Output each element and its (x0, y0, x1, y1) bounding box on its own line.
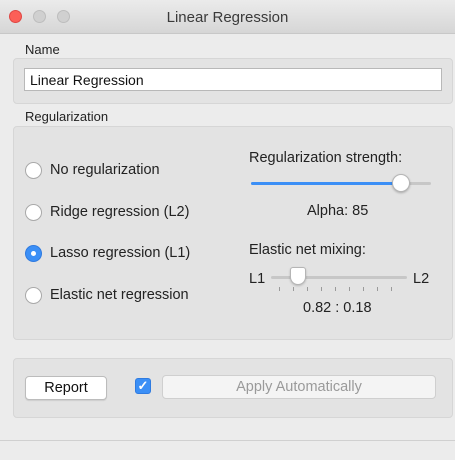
radio-ridge-regression[interactable]: Ridge regression (L2) (25, 202, 189, 222)
slider-tick (349, 287, 350, 291)
alpha-value: Alpha: 85 (307, 203, 369, 219)
regularization-label: Regularization (25, 109, 109, 124)
radio-label: No regularization (50, 162, 160, 178)
l1-label: L1 (249, 271, 266, 287)
mixing-ratio: 0.82 : 0.18 (303, 300, 372, 316)
elastic-slider-knob[interactable] (290, 267, 306, 285)
window-title: Linear Regression (166, 9, 289, 26)
slider-tick (293, 287, 294, 291)
slider-tick (321, 287, 322, 291)
report-button[interactable]: Report (25, 376, 107, 400)
apply-automatically-button[interactable]: Apply Automatically (162, 375, 436, 399)
radio-button-selected[interactable] (25, 244, 42, 262)
strength-slider-fill (251, 182, 403, 185)
radio-button[interactable] (25, 286, 42, 304)
slider-tick (307, 287, 308, 291)
radio-button[interactable] (25, 203, 42, 221)
radio-label: Elastic net regression (50, 287, 189, 303)
radio-label: Ridge regression (L2) (50, 204, 190, 220)
auto-apply-checkbox[interactable]: ✓ (135, 378, 151, 394)
l2-label: L2 (413, 271, 430, 287)
radio-label: Lasso regression (L1) (50, 245, 191, 261)
slider-tick (377, 287, 378, 291)
bottom-divider (0, 440, 455, 441)
radio-no-regularization[interactable]: No regularization (25, 160, 160, 180)
slider-tick (279, 287, 280, 291)
titlebar: Linear Regression (0, 0, 455, 34)
strength-label: Regularization strength: (249, 150, 403, 166)
radio-elastic-net[interactable]: Elastic net regression (25, 285, 189, 305)
slider-tick (335, 287, 336, 291)
name-input[interactable] (24, 68, 442, 91)
name-label: Name (25, 42, 60, 57)
slider-tick (363, 287, 364, 291)
elastic-mixing-label: Elastic net mixing: (249, 242, 366, 258)
radio-button[interactable] (25, 161, 42, 179)
slider-tick (391, 287, 392, 291)
radio-lasso-regression[interactable]: Lasso regression (L1) (25, 243, 190, 263)
strength-slider-knob[interactable] (392, 174, 410, 192)
window: Linear Regression Name Regularization No… (0, 0, 455, 460)
